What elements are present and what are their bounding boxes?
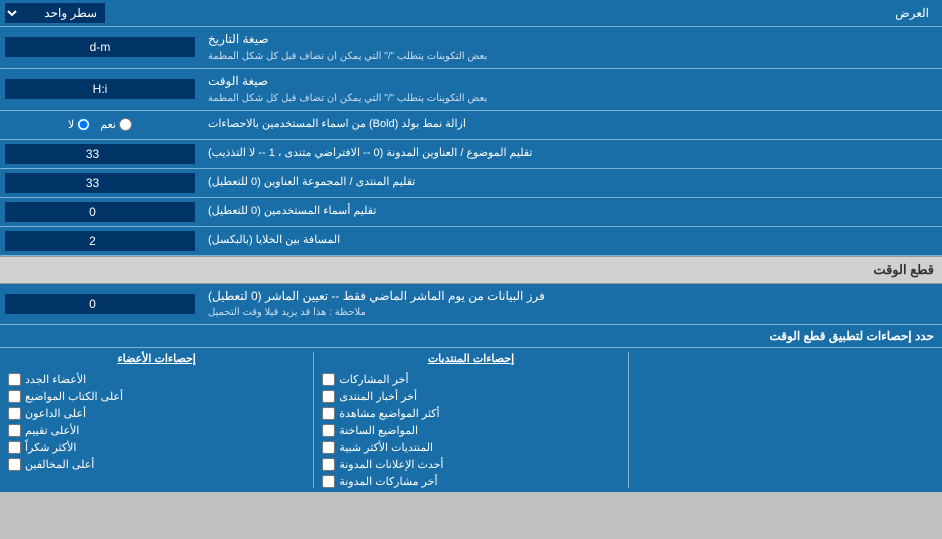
time-format-input[interactable] <box>5 79 195 99</box>
checkbox-top-warned[interactable] <box>8 458 21 471</box>
checkbox-col-forums: إحصاءات المنتديات أخر المشاركات أخر أخبا… <box>322 352 619 488</box>
cell-spacing-row: المسافة بين الخلايا (بالبكسل) <box>0 227 942 256</box>
topics-order-input[interactable] <box>5 144 195 164</box>
forum-order-label: تقليم المنتدى / المجموعة العناوين (0 للت… <box>200 169 942 197</box>
bold-radio-yes-input[interactable] <box>119 118 132 131</box>
checkbox-item: الأعلى تقييم <box>8 424 305 437</box>
divider-2 <box>313 352 314 488</box>
checkbox-item: أخر المشاركات <box>322 373 619 386</box>
checkbox-popular-forums[interactable] <box>322 441 335 454</box>
bold-remove-label: ازالة نمط بولد (Bold) من اسماء المستخدمي… <box>200 111 942 139</box>
time-format-label: صيغة الوقت بعض التكوينات يتطلب "/" التي … <box>200 69 942 110</box>
bold-remove-radio-cell: نعم لا <box>0 111 200 139</box>
checkbox-last-posts[interactable] <box>322 373 335 386</box>
checkbox-top-posters[interactable] <box>8 390 21 403</box>
checkbox-top-rated[interactable] <box>8 424 21 437</box>
usernames-order-row: تقليم أسماء المستخدمين (0 للتعطيل) <box>0 198 942 227</box>
checkbox-item: أعلى الكتاب المواضيع <box>8 390 305 403</box>
checkbox-col-empty <box>637 352 934 488</box>
checkboxes-header: حدد إحصاءات لتطبيق قطع الوقت <box>0 325 942 348</box>
checkbox-item: أعلى المخالفين <box>8 458 305 471</box>
forum-order-input-cell <box>0 169 200 197</box>
checkbox-item: أحدث الإعلانات المدونة <box>322 458 619 471</box>
cut-time-input-cell <box>0 284 200 325</box>
checkbox-item: الأعضاء الجدد <box>8 373 305 386</box>
checkbox-item: أعلى الداعون <box>8 407 305 420</box>
checkbox-top-referrers[interactable] <box>8 407 21 420</box>
col2-header: إحصاءات المنتديات <box>322 352 619 365</box>
topics-order-input-cell <box>0 140 200 168</box>
checkbox-item: الأكثر شكراً <box>8 441 305 454</box>
top-header-row: العرض سطر واحد سطران ثلاثة أسطر <box>0 0 942 27</box>
topics-order-label: تقليم الموضوع / العناوين المدونة (0 -- ا… <box>200 140 942 168</box>
time-format-input-cell <box>0 69 200 110</box>
display-mode-select[interactable]: سطر واحد سطران ثلاثة أسطر <box>5 3 105 23</box>
checkbox-item: أخر مشاركات المدونة <box>322 475 619 488</box>
bold-remove-row: ازالة نمط بولد (Bold) من اسماء المستخدمي… <box>0 111 942 140</box>
checkbox-blog-posts[interactable] <box>322 475 335 488</box>
bold-radio-no-input[interactable] <box>77 118 90 131</box>
checkbox-col-members: إحصاءات الأعضاء الأعضاء الجدد أعلى الكتا… <box>8 352 305 488</box>
usernames-order-label: تقليم أسماء المستخدمين (0 للتعطيل) <box>200 198 942 226</box>
section2-header: قطع الوقت <box>0 256 942 284</box>
date-format-input[interactable] <box>5 37 195 57</box>
col1-header: إحصاءات الأعضاء <box>8 352 305 365</box>
checkbox-hot-topics[interactable] <box>322 424 335 437</box>
date-format-label: صيغة التاريخ بعض التكوينات يتطلب "/" الت… <box>200 27 942 68</box>
cut-time-row: فرز البيانات من يوم الماشر الماضي فقط --… <box>0 284 942 326</box>
checkbox-most-thanked[interactable] <box>8 441 21 454</box>
forum-order-row: تقليم المنتدى / المجموعة العناوين (0 للت… <box>0 169 942 198</box>
date-format-input-cell <box>0 27 200 68</box>
date-format-row: صيغة التاريخ بعض التكوينات يتطلب "/" الت… <box>0 27 942 69</box>
time-format-row: صيغة الوقت بعض التكوينات يتطلب "/" التي … <box>0 69 942 111</box>
checkbox-item: أكثر المواضيع مشاهدة <box>322 407 619 420</box>
divider-1 <box>628 352 629 488</box>
cut-time-input[interactable] <box>5 294 195 314</box>
checkbox-item: المنتديات الأكثر شبية <box>322 441 619 454</box>
topics-order-row: تقليم الموضوع / العناوين المدونة (0 -- ا… <box>0 140 942 169</box>
forum-order-input[interactable] <box>5 173 195 193</box>
usernames-order-input[interactable] <box>5 202 195 222</box>
usernames-order-input-cell <box>0 198 200 226</box>
cell-spacing-label: المسافة بين الخلايا (بالبكسل) <box>200 227 942 255</box>
checkbox-new-members[interactable] <box>8 373 21 386</box>
header-label: العرض <box>105 6 937 20</box>
cell-spacing-input-cell <box>0 227 200 255</box>
checkbox-most-viewed[interactable] <box>322 407 335 420</box>
checkbox-forum-news[interactable] <box>322 390 335 403</box>
checkboxes-grid: إحصاءات المنتديات أخر المشاركات أخر أخبا… <box>0 348 942 492</box>
checkbox-latest-announcements[interactable] <box>322 458 335 471</box>
cut-time-label: فرز البيانات من يوم الماشر الماضي فقط --… <box>200 284 942 325</box>
bold-radio-no[interactable]: لا <box>68 118 90 131</box>
cell-spacing-input[interactable] <box>5 231 195 251</box>
bold-radio-yes[interactable]: نعم <box>100 118 132 131</box>
checkbox-item: أخر أخبار المنتدى <box>322 390 619 403</box>
checkbox-item: المواضيع الساخنة <box>322 424 619 437</box>
